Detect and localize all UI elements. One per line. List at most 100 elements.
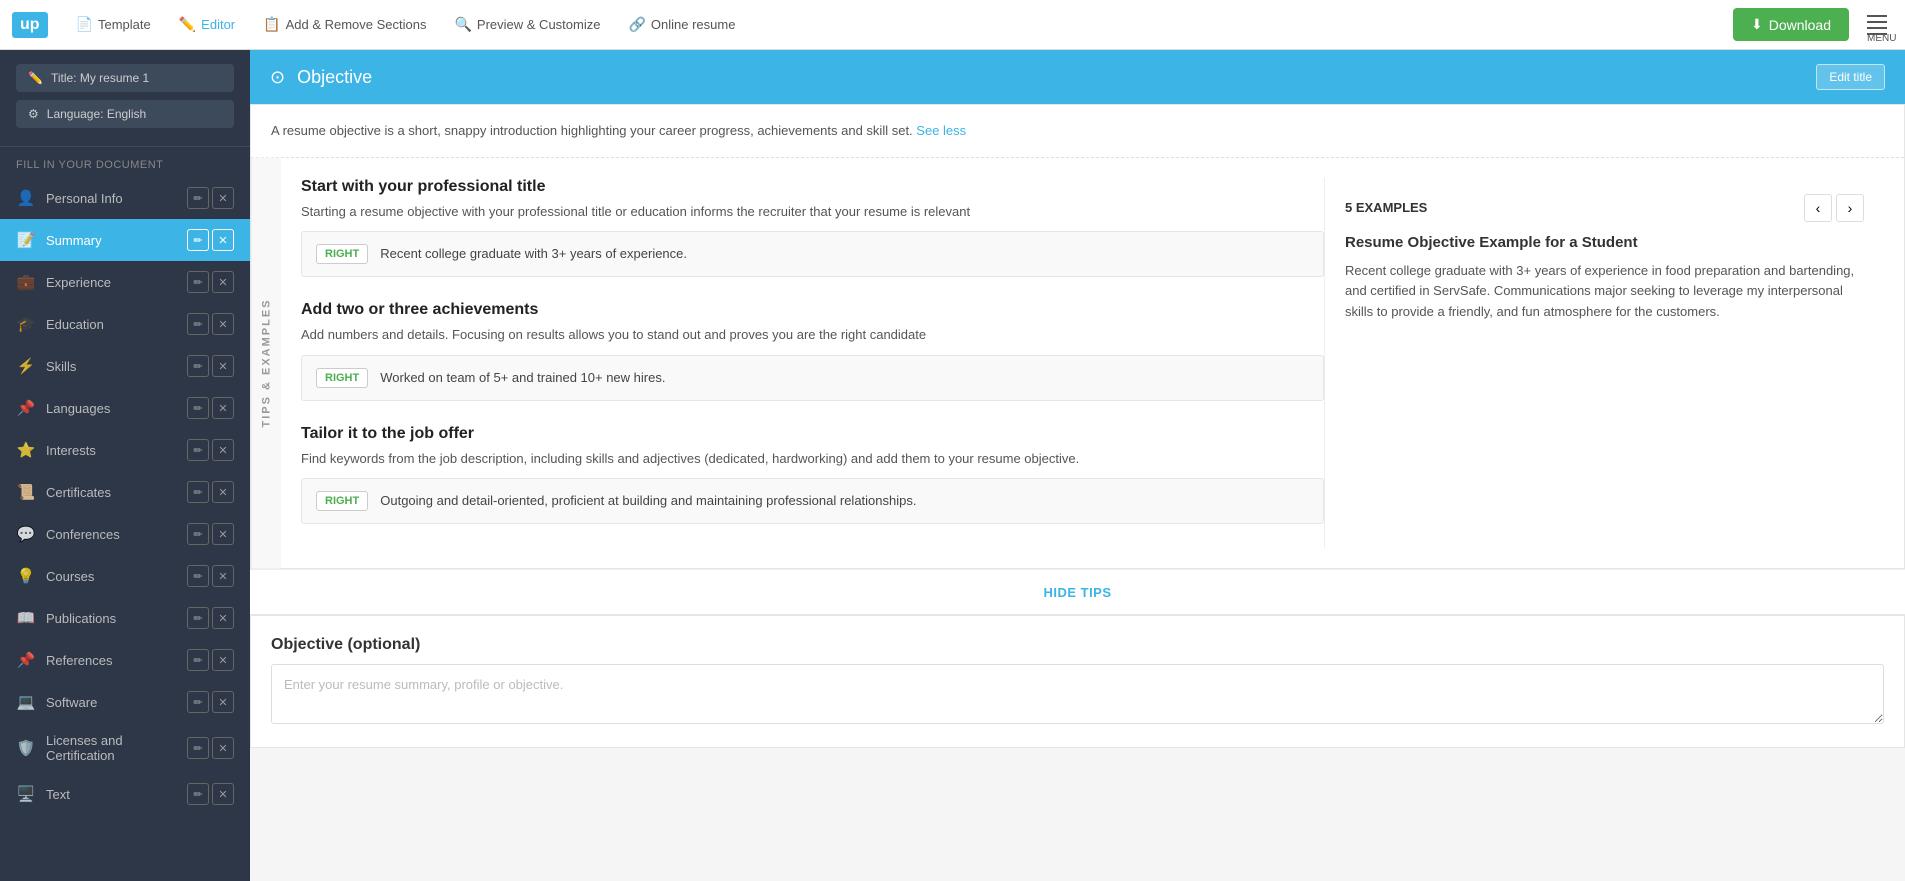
nav-online-resume[interactable]: 🔗 Online resume <box>616 10 747 39</box>
nav-preview[interactable]: 🔍 Preview & Customize <box>442 10 612 39</box>
tips-body: TIPS & EXAMPLES Start with your professi… <box>251 158 1904 569</box>
interests-icon: ⭐ <box>16 441 36 459</box>
nav-template[interactable]: 📄 Template <box>64 10 163 39</box>
publications-edit[interactable]: ✏ <box>187 607 209 629</box>
skills-actions: ✏ ✕ <box>187 355 234 377</box>
sidebar-item-publications[interactable]: 📖 Publications ✏ ✕ <box>0 597 250 639</box>
interests-actions: ✏ ✕ <box>187 439 234 461</box>
tip-1-example: RIGHT Recent college graduate with 3+ ye… <box>301 231 1324 277</box>
sidebar-item-languages[interactable]: 📌 Languages ✏ ✕ <box>0 387 250 429</box>
publications-remove[interactable]: ✕ <box>212 607 234 629</box>
download-button[interactable]: ⬇ Download <box>1733 8 1849 41</box>
software-edit[interactable]: ✏ <box>187 691 209 713</box>
examples-prev-button[interactable]: ‹ <box>1804 194 1832 222</box>
sidebar-item-text[interactable]: 🖥️ Text ✏ ✕ <box>0 773 250 815</box>
references-edit[interactable]: ✏ <box>187 649 209 671</box>
sidebar-item-courses[interactable]: 💡 Courses ✏ ✕ <box>0 555 250 597</box>
certificates-actions: ✏ ✕ <box>187 481 234 503</box>
language-button[interactable]: ⚙ Language: English <box>16 100 234 128</box>
tip-1-right-text: Recent college graduate with 3+ years of… <box>380 244 687 264</box>
tip-block-2: Add two or three achievements Add number… <box>301 301 1324 401</box>
tips-section: A resume objective is a short, snappy in… <box>250 104 1905 569</box>
sidebar: ✏️ Title: My resume 1 ⚙ Language: Englis… <box>0 50 250 881</box>
sidebar-item-conferences[interactable]: 💬 Conferences ✏ ✕ <box>0 513 250 555</box>
tip-3-right-badge: RIGHT <box>316 491 368 511</box>
menu-button[interactable]: MENU <box>1861 9 1893 41</box>
nav-editor[interactable]: ✏️ Editor <box>167 10 247 39</box>
conferences-remove[interactable]: ✕ <box>212 523 234 545</box>
edit-title-button[interactable]: Edit title <box>1816 64 1885 90</box>
sidebar-item-personal-info[interactable]: 👤 Personal Info ✏ ✕ <box>0 177 250 219</box>
courses-actions: ✏ ✕ <box>187 565 234 587</box>
conferences-icon: 💬 <box>16 525 36 543</box>
languages-remove[interactable]: ✕ <box>212 397 234 419</box>
example-card-title: Resume Objective Example for a Student <box>1345 234 1864 251</box>
experience-remove[interactable]: ✕ <box>212 271 234 293</box>
tip-1-right-badge: RIGHT <box>316 244 368 264</box>
tip-block-3: Tailor it to the job offer Find keywords… <box>301 425 1324 525</box>
title-button[interactable]: ✏️ Title: My resume 1 <box>16 64 234 92</box>
see-less-link[interactable]: See less <box>916 123 966 138</box>
summary-remove[interactable]: ✕ <box>212 229 234 251</box>
tip-3-desc: Find keywords from the job description, … <box>301 449 1324 469</box>
nav-add-remove[interactable]: 📋 Add & Remove Sections <box>251 10 438 39</box>
interests-remove[interactable]: ✕ <box>212 439 234 461</box>
sidebar-item-interests[interactable]: ⭐ Interests ✏ ✕ <box>0 429 250 471</box>
references-actions: ✏ ✕ <box>187 649 234 671</box>
personal-info-edit[interactable]: ✏ <box>187 187 209 209</box>
sidebar-item-summary[interactable]: 📝 Summary ✏ ✕ <box>0 219 250 261</box>
skills-remove[interactable]: ✕ <box>212 355 234 377</box>
conferences-actions: ✏ ✕ <box>187 523 234 545</box>
fill-label: FILL IN YOUR DOCUMENT <box>0 147 250 177</box>
text-remove[interactable]: ✕ <box>212 783 234 805</box>
tip-3-title: Tailor it to the job offer <box>301 425 1324 443</box>
text-edit[interactable]: ✏ <box>187 783 209 805</box>
sidebar-item-skills[interactable]: ⚡ Skills ✏ ✕ <box>0 345 250 387</box>
publications-actions: ✏ ✕ <box>187 607 234 629</box>
sidebar-item-software[interactable]: 💻 Software ✏ ✕ <box>0 681 250 723</box>
text-actions: ✏ ✕ <box>187 783 234 805</box>
licenses-actions: ✏ ✕ <box>187 737 234 759</box>
licenses-remove[interactable]: ✕ <box>212 737 234 759</box>
certificates-edit[interactable]: ✏ <box>187 481 209 503</box>
licenses-edit[interactable]: ✏ <box>187 737 209 759</box>
sidebar-item-experience[interactable]: 💼 Experience ✏ ✕ <box>0 261 250 303</box>
courses-remove[interactable]: ✕ <box>212 565 234 587</box>
tip-block-1: Start with your professional title Start… <box>301 178 1324 278</box>
editor-icon: ✏️ <box>179 16 196 33</box>
certificates-remove[interactable]: ✕ <box>212 481 234 503</box>
languages-icon: 📌 <box>16 399 36 417</box>
interests-edit[interactable]: ✏ <box>187 439 209 461</box>
sidebar-item-licenses[interactable]: 🛡️ Licenses and Certification ✏ ✕ <box>0 723 250 773</box>
languages-edit[interactable]: ✏ <box>187 397 209 419</box>
experience-edit[interactable]: ✏ <box>187 271 209 293</box>
sidebar-item-education[interactable]: 🎓 Education ✏ ✕ <box>0 303 250 345</box>
references-remove[interactable]: ✕ <box>212 649 234 671</box>
examples-nav: ‹ › <box>1804 194 1864 222</box>
logo[interactable]: up <box>12 12 48 38</box>
tip-2-title: Add two or three achievements <box>301 301 1324 319</box>
hide-tips-button[interactable]: HIDE TIPS <box>1043 585 1111 600</box>
conferences-edit[interactable]: ✏ <box>187 523 209 545</box>
personal-info-remove[interactable]: ✕ <box>212 187 234 209</box>
tip-2-right-text: Worked on team of 5+ and trained 10+ new… <box>380 368 665 388</box>
sidebar-item-references[interactable]: 📌 References ✏ ✕ <box>0 639 250 681</box>
preview-icon: 🔍 <box>454 16 471 33</box>
education-edit[interactable]: ✏ <box>187 313 209 335</box>
software-remove[interactable]: ✕ <box>212 691 234 713</box>
software-actions: ✏ ✕ <box>187 691 234 713</box>
sidebar-top: ✏️ Title: My resume 1 ⚙ Language: Englis… <box>0 50 250 147</box>
education-remove[interactable]: ✕ <box>212 313 234 335</box>
publications-icon: 📖 <box>16 609 36 627</box>
education-actions: ✏ ✕ <box>187 313 234 335</box>
sidebar-item-certificates[interactable]: 📜 Certificates ✏ ✕ <box>0 471 250 513</box>
section-header: ⊙ Objective Edit title <box>250 50 1905 104</box>
courses-edit[interactable]: ✏ <box>187 565 209 587</box>
examples-next-button[interactable]: › <box>1836 194 1864 222</box>
tips-intro: A resume objective is a short, snappy in… <box>251 105 1904 158</box>
summary-actions: ✏ ✕ <box>187 229 234 251</box>
objective-section-title: Objective (optional) <box>271 636 1884 654</box>
objective-textarea[interactable] <box>271 664 1884 724</box>
skills-edit[interactable]: ✏ <box>187 355 209 377</box>
summary-edit[interactable]: ✏ <box>187 229 209 251</box>
